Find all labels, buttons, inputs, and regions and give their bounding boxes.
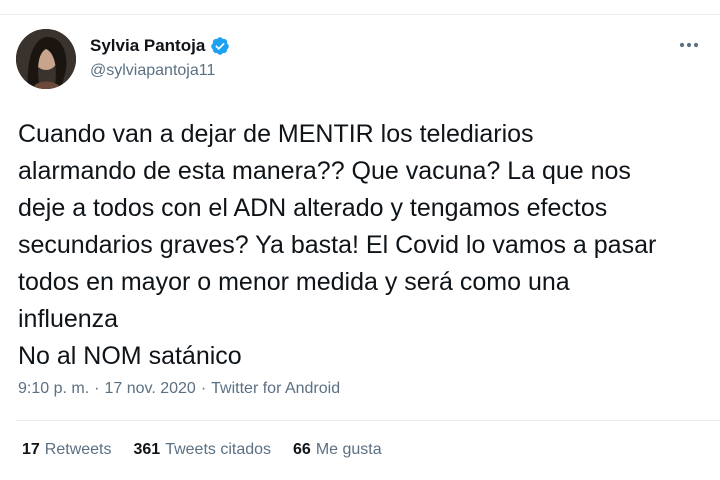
stats-divider — [16, 420, 720, 421]
more-options-icon[interactable] — [676, 36, 702, 54]
retweets-count: 17 — [22, 441, 40, 458]
retweets-label: Retweets — [44, 441, 112, 458]
tweet-card: Sylvia Pantoja @sylviapantoja11 Cuando v… — [0, 0, 720, 480]
author-handle[interactable]: @sylviapantoja11 — [90, 62, 215, 80]
tweet-stats: 17 Retweets 361 Tweets citados 66 Me gus… — [22, 441, 382, 459]
tweet-source[interactable]: Twitter for Android — [211, 380, 340, 398]
likes-count: 66 — [293, 441, 311, 458]
author-name-row[interactable]: Sylvia Pantoja — [90, 36, 230, 56]
verified-badge-icon — [210, 36, 230, 56]
top-divider — [0, 14, 720, 15]
tweet-meta: 9:10 p. m. · 17 nov. 2020 · Twitter for … — [18, 380, 340, 398]
meta-separator: · — [94, 380, 100, 397]
avatar[interactable] — [16, 29, 76, 89]
tweet-date[interactable]: 17 nov. 2020 — [104, 380, 195, 398]
likes-stat[interactable]: 66 Me gusta — [293, 441, 382, 459]
likes-label: Me gusta — [315, 441, 382, 458]
tweet-text: Cuando van a dejar de MENTIR los teledia… — [18, 120, 657, 370]
quote-tweets-count: 361 — [133, 441, 161, 458]
author-display-name[interactable]: Sylvia Pantoja — [90, 36, 205, 56]
quote-tweets-stat[interactable]: 361 Tweets citados — [134, 441, 272, 459]
quote-tweets-label: Tweets citados — [165, 441, 272, 458]
meta-separator: · — [200, 380, 207, 397]
retweets-stat[interactable]: 17 Retweets — [22, 441, 112, 459]
tweet-time[interactable]: 9:10 p. m. — [18, 380, 89, 398]
